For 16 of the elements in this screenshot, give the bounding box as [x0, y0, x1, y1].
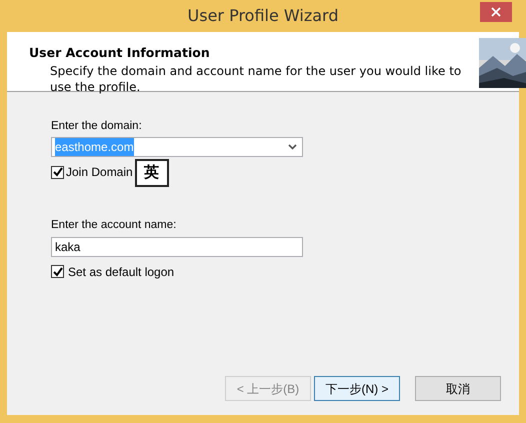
field-label: Enter the account name: — [51, 218, 178, 234]
page-description: Specify the domain and account name for the user you would like to use the profile. — [49, 62, 462, 95]
close-icon — [491, 7, 501, 17]
ime-indicator: 英 — [134, 159, 169, 188]
checkbox-label: Set as default logon — [68, 264, 174, 280]
window-title: User Profile Wizard — [188, 5, 338, 27]
checkbox[interactable] — [51, 265, 64, 278]
wizard-button[interactable]: 下一步(N) > — [314, 376, 400, 401]
checkbox-label: Join Domain — [66, 164, 133, 182]
caret-icon — [288, 144, 297, 150]
page-heading: User Account Information — [29, 44, 211, 62]
account-name-field[interactable]: kaka — [51, 236, 303, 256]
wizard-button[interactable]: 取消 — [415, 376, 501, 401]
checkbox[interactable] — [51, 166, 64, 179]
field-label: Enter the domain: — [51, 119, 143, 134]
close-button[interactable] — [480, 2, 512, 22]
